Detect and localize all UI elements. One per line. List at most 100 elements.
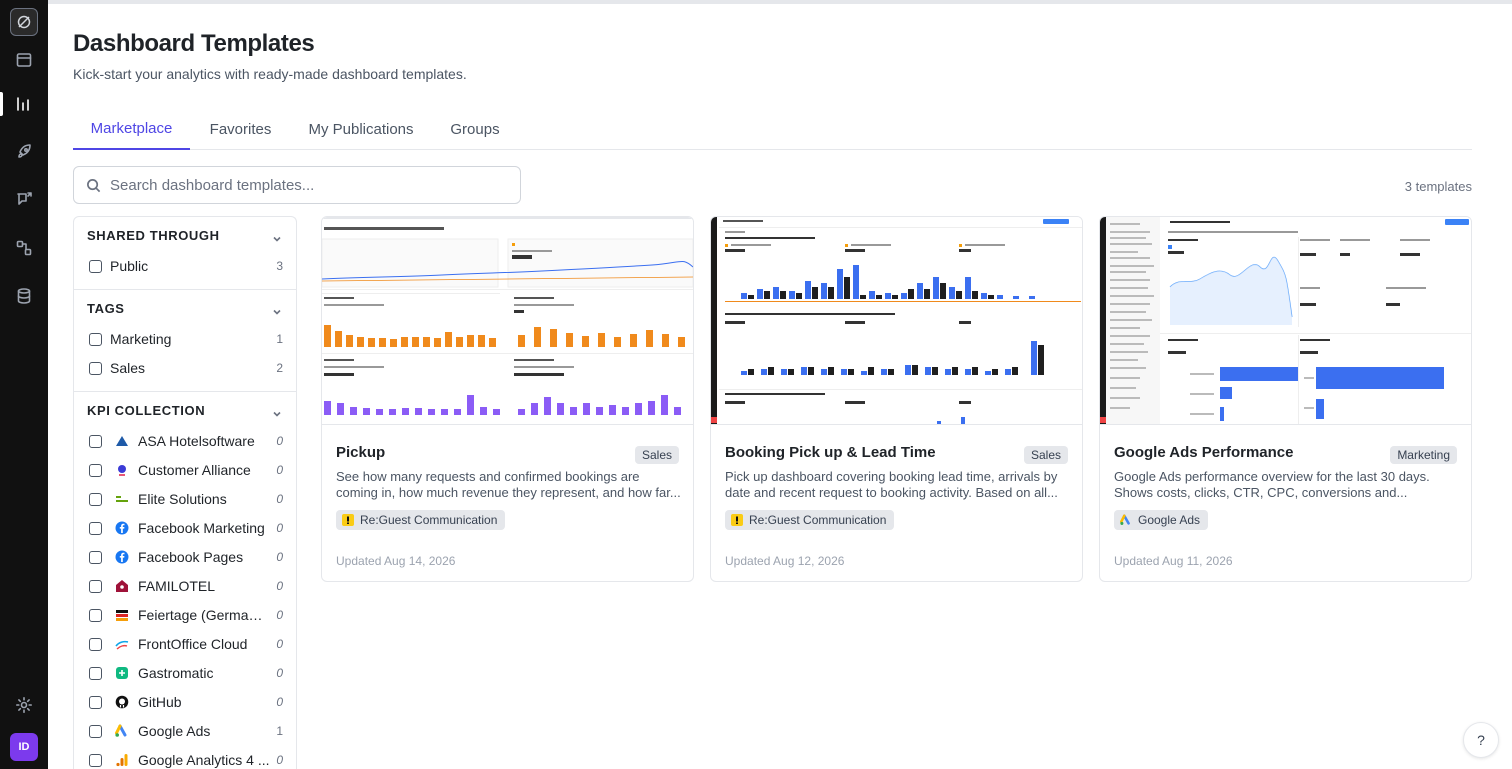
frontoffice-logo-icon <box>114 636 130 652</box>
filter-option-count: 0 <box>276 666 283 680</box>
user-avatar[interactable]: ID <box>10 733 38 761</box>
checkbox[interactable] <box>89 753 102 767</box>
filter-option-count: 0 <box>276 695 283 709</box>
checkbox[interactable] <box>89 637 102 651</box>
filter-option[interactable]: Marketing 1 <box>89 329 283 349</box>
tag-badge: Marketing <box>1390 446 1457 464</box>
results-count: 3 templates <box>1404 179 1472 194</box>
filter-option[interactable]: Facebook Pages 0 <box>89 547 283 567</box>
source-chip: Google Ads <box>1114 510 1209 530</box>
filter-option-label: FAMILOTEL <box>138 578 216 594</box>
checkbox[interactable] <box>89 332 102 346</box>
template-card[interactable]: Booking Pick up & Lead Time Sales Pick u… <box>710 216 1083 582</box>
message-share-icon[interactable] <box>12 187 36 211</box>
filter-option[interactable]: Sales 2 <box>89 358 283 378</box>
filter-option-label: Customer Alliance <box>138 462 251 478</box>
checkbox[interactable] <box>89 361 102 375</box>
rocket-icon[interactable] <box>12 140 36 164</box>
checkbox[interactable] <box>89 521 102 535</box>
filter-option[interactable]: Elite Solutions 0 <box>89 489 283 509</box>
filter-option[interactable]: Feiertage (German ... 0 <box>89 605 283 625</box>
filter-option[interactable]: FAMILOTEL 0 <box>89 576 283 596</box>
chevron-down-icon[interactable] <box>272 406 282 417</box>
integrations-icon[interactable] <box>12 236 36 260</box>
github-icon <box>114 694 130 710</box>
source-chip-label: Google Ads <box>1138 513 1201 527</box>
filter-option[interactable]: Google Analytics 4 ... 0 <box>89 750 283 769</box>
checkbox[interactable] <box>89 579 102 593</box>
checkbox[interactable] <box>89 550 102 564</box>
source-chip: Re:Guest Communication <box>336 510 506 530</box>
source-chip-label: Re:Guest Communication <box>360 513 498 527</box>
checkbox[interactable] <box>89 666 102 680</box>
active-indicator <box>0 92 3 116</box>
tab-favorites[interactable]: Favorites <box>198 108 283 150</box>
template-preview-image <box>711 217 1082 425</box>
search-input[interactable] <box>110 176 510 194</box>
tab-my-publications[interactable]: My Publications <box>298 108 424 150</box>
filter-option[interactable]: ASA Hotelsoftware 0 <box>89 431 283 451</box>
filter-option-count: 0 <box>276 608 283 622</box>
filter-option[interactable]: Google Ads 1 <box>89 721 283 741</box>
filter-option[interactable]: Gastromatic 0 <box>89 663 283 683</box>
tag-badge: Sales <box>634 446 679 464</box>
layout-icon[interactable] <box>12 48 36 72</box>
facebook-icon <box>114 520 130 536</box>
filter-option-count: 0 <box>276 579 283 593</box>
tag-badge: Sales <box>1023 446 1068 464</box>
filter-option[interactable]: Facebook Marketing 0 <box>89 518 283 538</box>
filter-option-label: Facebook Marketing <box>138 520 265 536</box>
main-content: Dashboard Templates Kick-start your anal… <box>48 0 1512 769</box>
updated-date: Updated Aug 14, 2026 <box>336 554 456 568</box>
template-card[interactable]: Google Ads Performance Marketing Google … <box>1099 216 1472 582</box>
template-card[interactable]: Pickup Sales See how many requests and c… <box>321 216 694 582</box>
filter-option-label: Feiertage (German ... <box>138 607 270 623</box>
left-rail: ID <box>0 0 48 769</box>
reguest-logo-icon <box>342 514 354 526</box>
filter-option-label: Facebook Pages <box>138 549 244 565</box>
filter-option[interactable]: GitHub 0 <box>89 692 283 712</box>
checkbox[interactable] <box>89 608 102 622</box>
search-box <box>73 166 521 204</box>
filter-option-count: 2 <box>276 361 283 375</box>
filter-option[interactable]: FrontOffice Cloud 0 <box>89 634 283 654</box>
filter-option-label: Marketing <box>110 331 172 347</box>
google-ads-icon <box>114 723 130 739</box>
filter-option[interactable]: Public 3 <box>89 256 283 276</box>
tab-groups[interactable]: Groups <box>441 108 509 150</box>
checkbox[interactable] <box>89 259 102 273</box>
checkbox[interactable] <box>89 434 102 448</box>
checkbox[interactable] <box>89 492 102 506</box>
checkbox[interactable] <box>89 463 102 477</box>
card-title: Booking Pick up & Lead Time <box>725 444 936 461</box>
filter-option-count: 3 <box>276 259 283 273</box>
updated-date: Updated Aug 11, 2026 <box>1114 554 1233 568</box>
filter-option[interactable]: Customer Alliance 0 <box>89 460 283 480</box>
chevron-down-icon[interactable] <box>272 304 282 315</box>
checkbox[interactable] <box>89 724 102 738</box>
checkbox[interactable] <box>89 695 102 709</box>
updated-date: Updated Aug 12, 2026 <box>725 554 845 568</box>
filter-option-label: Gastromatic <box>138 665 214 681</box>
analytics-icon[interactable] <box>12 92 36 116</box>
filter-heading-kpi: KPI COLLECTION <box>87 403 206 418</box>
familotel-logo-icon <box>114 578 130 594</box>
filter-option-count: 0 <box>276 463 283 477</box>
filter-option-label: Google Ads <box>138 723 211 739</box>
database-icon[interactable] <box>12 284 36 308</box>
settings-gear-icon[interactable] <box>12 693 36 717</box>
search-icon <box>87 178 101 192</box>
filter-option-count: 0 <box>276 753 283 767</box>
card-title: Google Ads Performance <box>1114 444 1294 461</box>
help-button[interactable]: ? <box>1463 722 1499 758</box>
page-title: Dashboard Templates <box>73 30 315 57</box>
divider <box>74 289 296 290</box>
tab-marketplace[interactable]: Marketplace <box>73 108 190 150</box>
app-logo-icon[interactable] <box>10 8 38 36</box>
card-description: See how many requests and confirmed book… <box>336 469 681 500</box>
facebook-icon <box>114 549 130 565</box>
filter-option-label: FrontOffice Cloud <box>138 636 248 652</box>
gastromatic-logo-icon <box>114 665 130 681</box>
reguest-logo-icon <box>731 514 743 526</box>
chevron-down-icon[interactable] <box>272 231 282 242</box>
